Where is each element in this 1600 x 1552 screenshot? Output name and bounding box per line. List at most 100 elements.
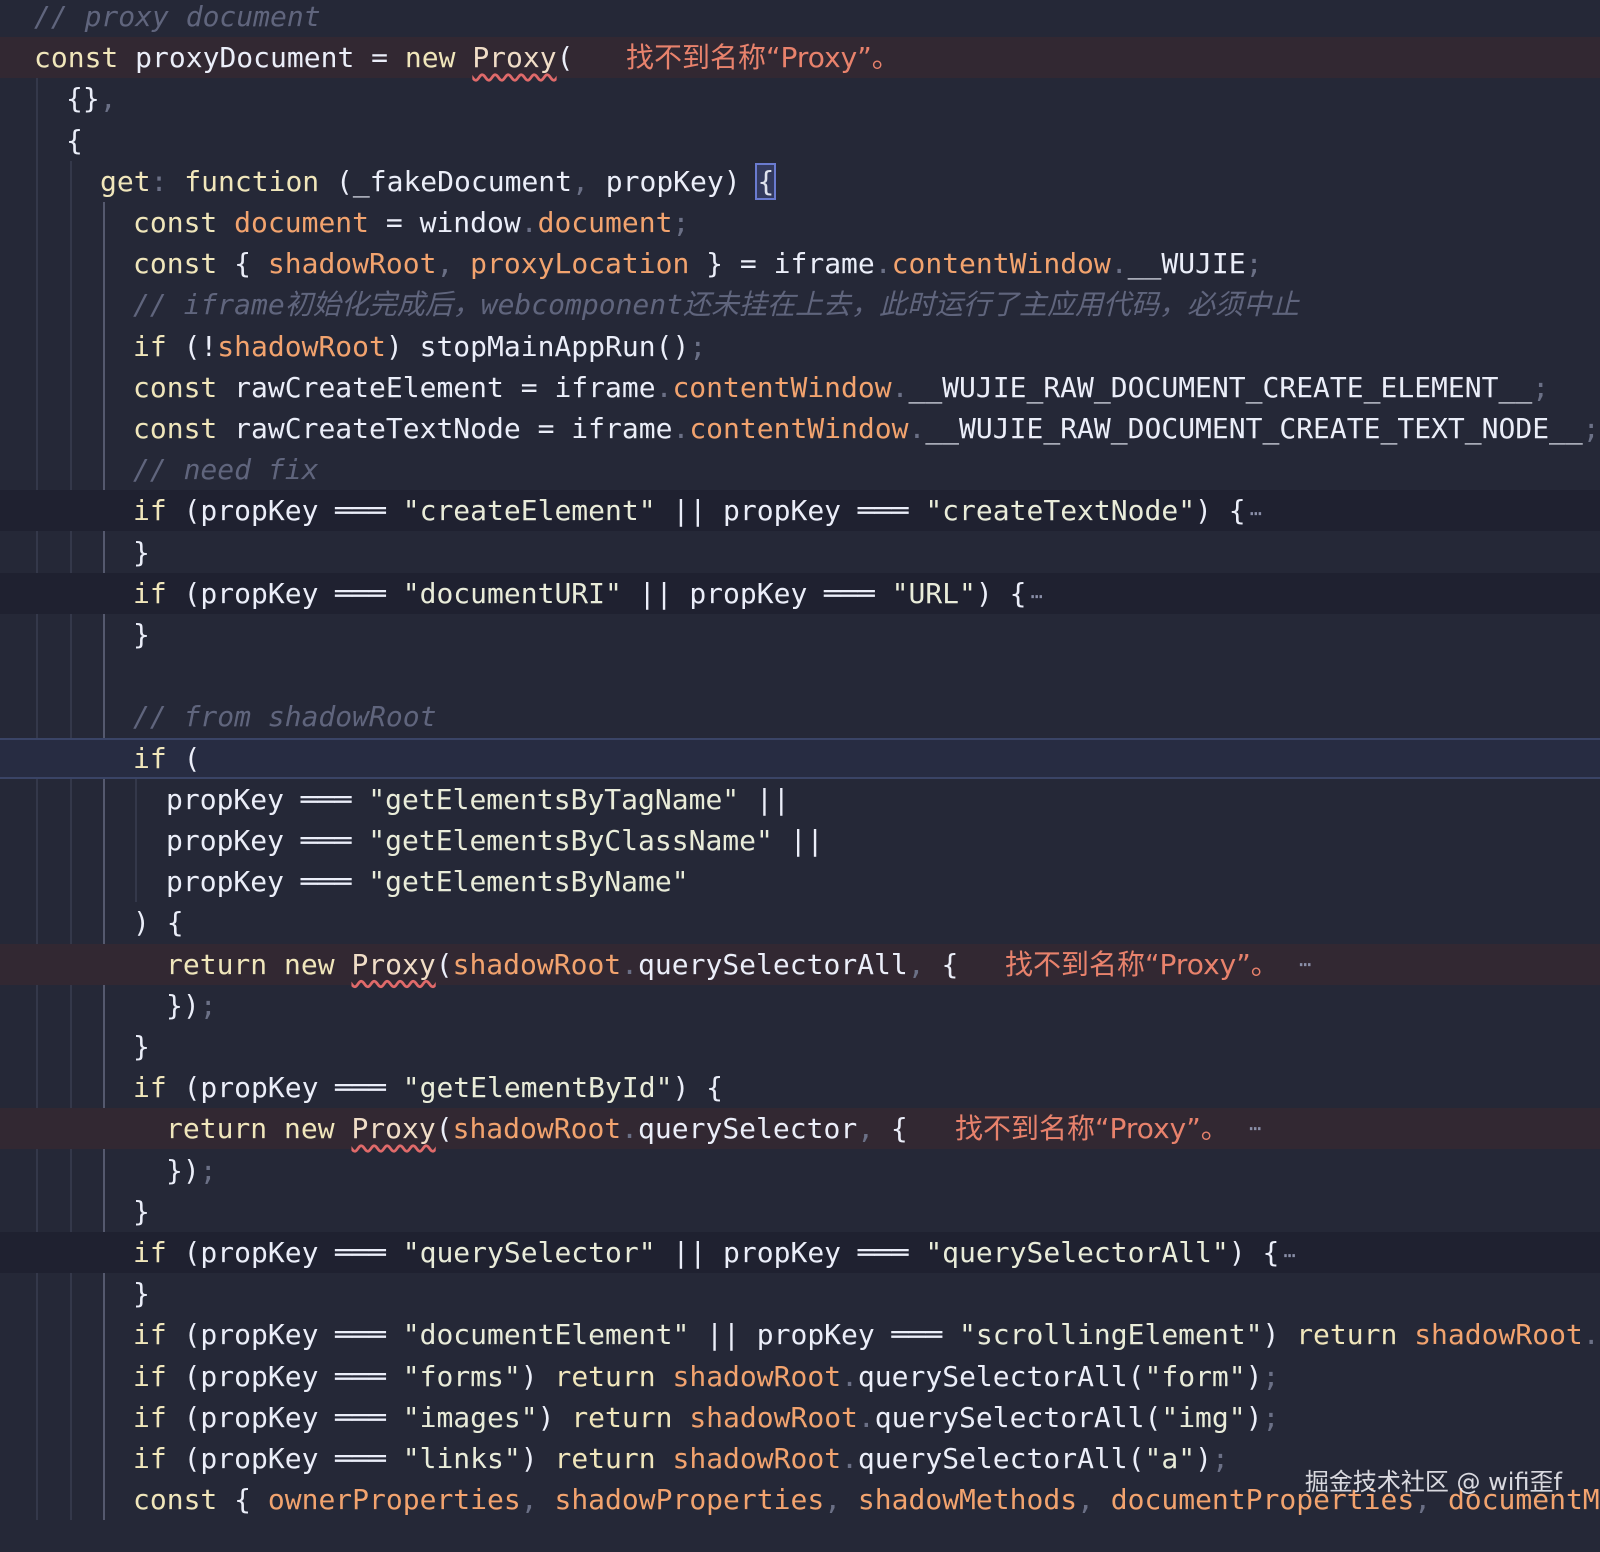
code-token: return (554, 1442, 673, 1475)
code-line[interactable]: if (propKey ═══ "documentElement" || pro… (0, 1314, 1600, 1355)
code-token: proxyLocation (470, 247, 690, 281)
code-line[interactable]: if (propKey ═══ "getElementById") { (0, 1067, 1600, 1108)
code-line[interactable]: propKey ═══ "getElementsByClassName" || (0, 820, 1600, 861)
code-token: "getElementsByClassName" (368, 824, 773, 857)
code-text: if (propKey ═══ "images") return shadowR… (133, 1397, 1279, 1438)
code-token: contentWindow (689, 412, 909, 445)
code-line[interactable]: } (0, 1026, 1600, 1067)
code-line[interactable]: propKey ═══ "getElementsByName" (0, 861, 1600, 902)
error-token: Proxy (472, 41, 557, 75)
code-line[interactable]: const rawCreateTextNode = iframe.content… (0, 408, 1600, 449)
fold-ellipsis-icon[interactable]: ⋯ (1030, 584, 1042, 608)
code-token: querySelectorAll (857, 1442, 1128, 1475)
code-text: }); (166, 1150, 217, 1191)
code-line[interactable]: const { shadowRoot, proxyLocation } = if… (0, 243, 1600, 284)
code-token: ; (199, 988, 217, 1022)
code-token: "getElementsByTagName" (368, 782, 740, 816)
code-token: // iframe初始化完成后，webcomponent还未挂在上去，此时运行了… (133, 288, 1300, 322)
code-token: if (133, 494, 184, 528)
code-line[interactable]: } (0, 1273, 1600, 1314)
code-line[interactable]: } (0, 614, 1600, 655)
code-line[interactable]: return new Proxy(shadowRoot.querySelecto… (0, 1108, 1600, 1150)
code-token: (propKey ═══ (183, 1071, 403, 1105)
inline-error-message: 找不到名称“Proxy”。 (626, 41, 900, 75)
code-text: if (!shadowRoot) stopMainAppRun(); (133, 326, 706, 367)
code-token: (propKey ═══ (183, 576, 403, 610)
code-token: // from shadowRoot (133, 700, 437, 734)
code-line[interactable]: if ( (0, 737, 1600, 779)
code-token: rawCreateTextNode = iframe (234, 412, 673, 445)
code-token: if (133, 576, 184, 610)
code-token: const (133, 206, 235, 239)
code-token: . (520, 206, 538, 239)
code-token: shadowRoot (689, 1400, 858, 1434)
code-line[interactable]: propKey ═══ "getElementsByTagName" || (0, 779, 1600, 820)
code-line[interactable]: if (!shadowRoot) stopMainAppRun(); (0, 326, 1600, 367)
code-line[interactable]: if (propKey ═══ "images") return shadowR… (0, 1397, 1600, 1438)
code-line[interactable]: return new Proxy(shadowRoot.querySelecto… (0, 943, 1600, 985)
code-editor[interactable]: // proxy document const proxyDocument = n… (0, 0, 1600, 1552)
code-token: querySelectorAll (638, 947, 908, 981)
error-token: Proxy (351, 1112, 436, 1146)
code-line[interactable]: } (0, 1191, 1600, 1232)
code-text: const rawCreateTextNode = iframe.content… (133, 408, 1600, 449)
code-token: { (234, 247, 268, 281)
code-token: rawCreateElement = iframe (234, 370, 656, 404)
fold-ellipsis-icon[interactable]: ⋯ (1299, 944, 1311, 985)
code-token: ( (435, 1112, 453, 1146)
code-token: if (133, 329, 184, 363)
code-token: ; (199, 1153, 217, 1187)
code-token: (_fakeDocument (336, 164, 573, 198)
code-line[interactable]: const rawCreateElement = iframe.contentW… (0, 367, 1600, 408)
fold-ellipsis-icon[interactable]: ⋯ (1249, 1108, 1261, 1149)
code-line[interactable]: {}, (0, 78, 1600, 119)
code-line[interactable]: const document = window.document; (0, 202, 1600, 243)
code-token: ; (672, 206, 690, 239)
code-token: ; (1262, 1400, 1280, 1434)
code-token: , (436, 247, 471, 281)
fold-ellipsis-icon[interactable]: ⋯ (1250, 501, 1262, 525)
code-line[interactable]: get: function (_fakeDocument, propKey) { (0, 161, 1600, 202)
code-token: "getElementsByName" (368, 865, 689, 899)
code-line[interactable]: { (0, 120, 1600, 161)
code-token: ( (1127, 1359, 1145, 1393)
code-line[interactable] (0, 655, 1600, 696)
code-line[interactable]: if (propKey ═══ "querySelector" || propK… (0, 1232, 1600, 1273)
code-line[interactable]: // from shadowRoot (0, 696, 1600, 737)
code-line[interactable]: if (propKey ═══ "forms") return shadowRo… (0, 1356, 1600, 1397)
code-line[interactable]: const proxyDocument = new Proxy(找不到名称“Pr… (0, 37, 1600, 79)
code-token: return new (166, 947, 352, 981)
code-line[interactable]: // iframe初始化完成后，webcomponent还未挂在上去，此时运行了… (0, 284, 1600, 325)
code-line[interactable]: }); (0, 1150, 1600, 1191)
code-token: return new (166, 1112, 352, 1146)
code-token: , (907, 947, 942, 981)
code-line[interactable]: } (0, 532, 1600, 573)
code-line[interactable]: // proxy document (0, 0, 1600, 37)
code-token: : (150, 164, 185, 198)
code-line[interactable]: // need fix (0, 449, 1600, 490)
code-token: }) (166, 1153, 200, 1187)
code-token: ) { (1228, 1236, 1280, 1269)
code-line[interactable]: }); (0, 985, 1600, 1026)
code-text: get: function (_fakeDocument, propKey) { (100, 161, 777, 202)
code-token: shadowRoot (267, 247, 437, 281)
code-token: { (66, 123, 83, 157)
watermark: 掘金技术社区 @ wifi歪f (1304, 1468, 1562, 1496)
code-token: ) { (1195, 494, 1246, 528)
code-token: ( (183, 741, 201, 775)
code-text: } (133, 1026, 150, 1067)
code-line[interactable]: ) { (0, 902, 1600, 943)
code-token: propKey ═══ (166, 782, 369, 816)
fold-ellipsis-icon[interactable]: ⋯ (1283, 1243, 1295, 1267)
code-token: || (739, 782, 790, 816)
code-token: if (133, 1442, 184, 1475)
code-token: , (1077, 1483, 1111, 1517)
code-token: . (908, 412, 926, 445)
code-token: function (184, 164, 337, 198)
code-token: "documentURI" (402, 576, 622, 610)
code-line[interactable]: if (propKey ═══ "documentURI" || propKey… (0, 572, 1600, 614)
code-token: (propKey ═══ (183, 1359, 403, 1393)
code-token: if (133, 1318, 184, 1352)
code-line[interactable]: if (propKey ═══ "createElement" || propK… (0, 490, 1600, 532)
code-token: ( (1127, 1442, 1145, 1475)
